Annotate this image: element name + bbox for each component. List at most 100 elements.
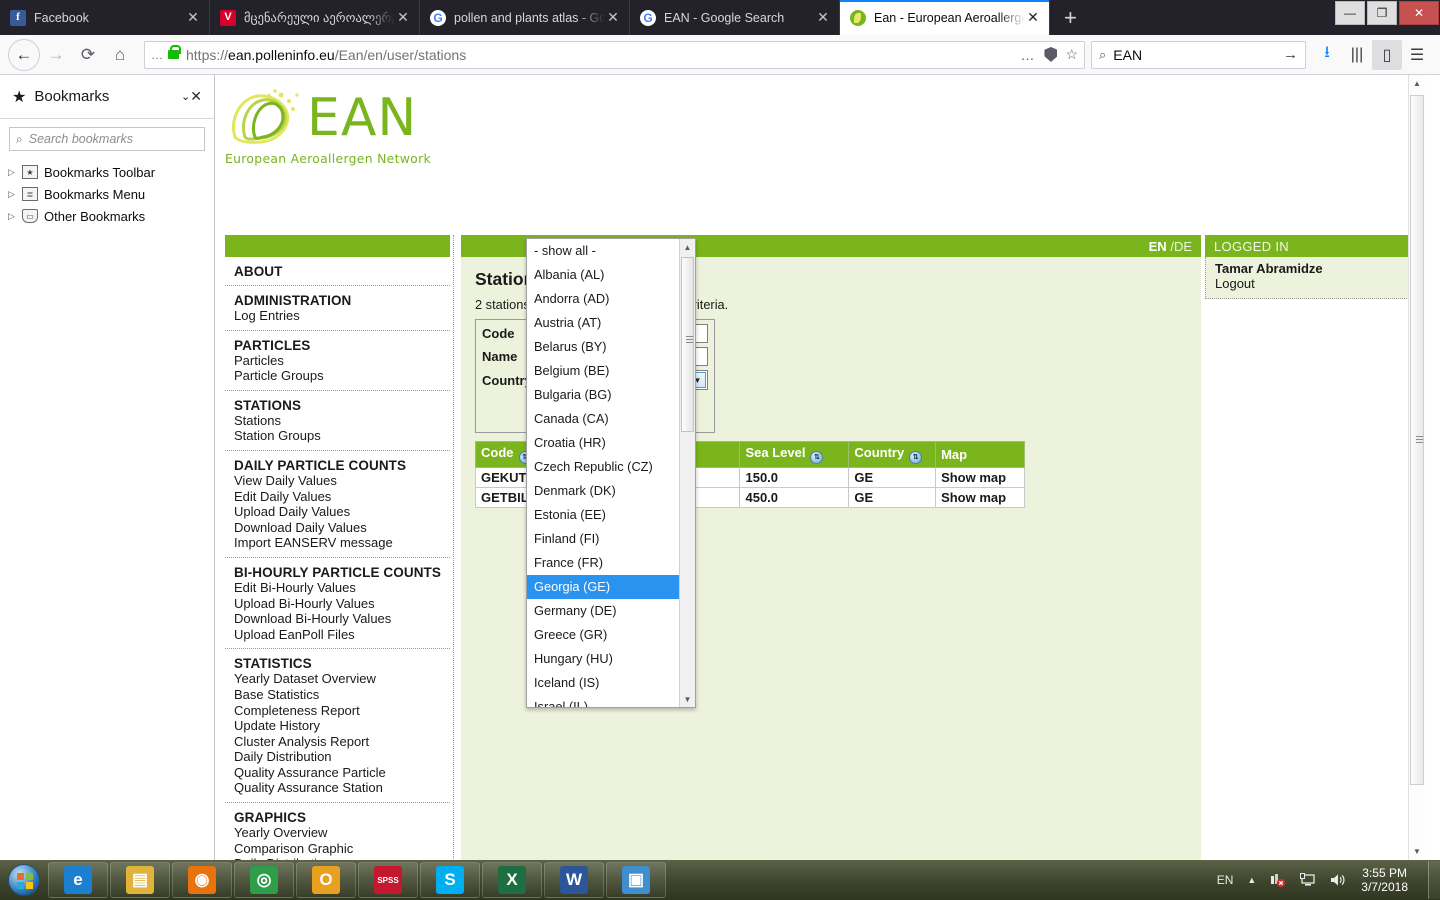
nav-link-station-groups[interactable]: Station Groups <box>234 428 450 444</box>
taskbar-spss[interactable]: SPSS <box>358 862 418 898</box>
taskbar-photo-viewer[interactable]: ▣ <box>606 862 666 898</box>
country-dropdown-list[interactable]: - show all - Albania (AL) Andorra (AD) Aust… <box>526 238 696 708</box>
dropdown-option[interactable]: Czech Republic (CZ) <box>527 455 679 479</box>
language-active[interactable]: EN <box>1149 239 1167 254</box>
twisty-icon[interactable]: ▷ <box>8 189 22 200</box>
windows-start-icon[interactable] <box>0 861 48 899</box>
taskbar-internet-explorer[interactable]: e <box>48 862 108 898</box>
cell-map[interactable]: Show map <box>935 467 1025 488</box>
chevron-down-icon[interactable]: ⌄ <box>181 90 190 103</box>
dropdown-option[interactable]: France (FR) <box>527 551 679 575</box>
nav-link-log-entries[interactable]: Log Entries <box>234 308 450 324</box>
page-scroll-thumb[interactable] <box>1410 95 1424 785</box>
network-error-icon[interactable] <box>1270 873 1286 888</box>
forward-button[interactable]: → <box>40 39 72 71</box>
sidebars-icon[interactable]: ▯ <box>1372 39 1402 70</box>
nav-link-download-bi-hourly-values[interactable]: Download Bi-Hourly Values <box>234 611 450 627</box>
bookmarks-search-input[interactable]: ⌕ Search bookmarks <box>9 127 205 151</box>
dropdown-option[interactable]: Iceland (IS) <box>527 671 679 695</box>
back-button[interactable]: ← <box>8 38 40 71</box>
tab-close-icon[interactable]: ✕ <box>185 9 201 26</box>
nav-link-edit-daily-values[interactable]: Edit Daily Values <box>234 489 450 505</box>
nav-link-quality-assurance-station[interactable]: Quality Assurance Station <box>234 780 450 796</box>
tab-facebook[interactable]: f Facebook ✕ <box>0 0 210 35</box>
page-scrollbar[interactable]: ▲ ▼ <box>1408 75 1425 860</box>
volume-icon[interactable] <box>1330 873 1346 887</box>
nav-link-cluster-analysis-report[interactable]: Cluster Analysis Report <box>234 734 450 750</box>
nav-link-download-daily-values[interactable]: Download Daily Values <box>234 520 450 536</box>
nav-link-yearly-dataset-overview[interactable]: Yearly Dataset Overview <box>234 671 450 687</box>
tab-georgian-aeroallergens[interactable]: V მცენარეული აეროალერგენებ ✕ <box>210 0 420 35</box>
nav-link-import-eanserv-message[interactable]: Import EANSERV message <box>234 535 450 551</box>
taskbar-chrome[interactable]: ◎ <box>234 862 294 898</box>
pocket-icon[interactable] <box>1044 47 1058 62</box>
page-scroll-up-icon[interactable]: ▲ <box>1409 75 1425 92</box>
page-scroll-down-icon[interactable]: ▼ <box>1409 843 1425 860</box>
home-button[interactable]: ⌂ <box>104 39 136 71</box>
taskbar-file-explorer[interactable]: ▤ <box>110 862 170 898</box>
cell-map[interactable]: Show map <box>935 487 1025 508</box>
taskbar-firefox[interactable]: ◉ <box>172 862 232 898</box>
dropdown-option[interactable]: Andorra (AD) <box>527 287 679 311</box>
dropdown-option[interactable]: Finland (FI) <box>527 527 679 551</box>
language-switcher[interactable]: EN /DE <box>1149 239 1192 254</box>
page-actions-icon[interactable]: … <box>1020 47 1034 63</box>
nav-link-update-history[interactable]: Update History <box>234 718 450 734</box>
nav-link-particles[interactable]: Particles <box>234 353 450 369</box>
tab-close-icon[interactable]: ✕ <box>1025 9 1041 26</box>
nav-link-yearly-overview[interactable]: Yearly Overview <box>234 825 450 841</box>
dropdown-option[interactable]: - show all - <box>527 239 679 263</box>
dropdown-option[interactable]: Canada (CA) <box>527 407 679 431</box>
nav-link-completeness-report[interactable]: Completeness Report <box>234 703 450 719</box>
tab-close-icon[interactable]: ✕ <box>815 9 831 26</box>
taskbar-clock[interactable]: 3:55 PM 3/7/2018 <box>1361 866 1422 894</box>
nav-link-particle-groups[interactable]: Particle Groups <box>234 368 450 384</box>
new-tab-button[interactable]: + <box>1050 0 1091 35</box>
column-header-country[interactable]: Country ⇅ <box>848 441 937 468</box>
restore-button[interactable]: ❐ <box>1367 1 1397 25</box>
page-info-icon[interactable]: … <box>151 48 163 62</box>
dropdown-option[interactable]: Austria (AT) <box>527 311 679 335</box>
twisty-icon[interactable]: ▷ <box>8 167 22 178</box>
tab-pollen-plants-atlas[interactable]: G pollen and plants atlas - Google ✕ <box>420 0 630 35</box>
dropdown-option[interactable]: Germany (DE) <box>527 599 679 623</box>
dropdown-option[interactable]: Hungary (HU) <box>527 647 679 671</box>
nav-link-daily-distribution[interactable]: Daily Distribution <box>234 749 450 765</box>
minimize-button[interactable]: — <box>1335 1 1365 25</box>
monitor-icon[interactable] <box>1300 873 1316 887</box>
sort-icon[interactable]: ⇅ <box>810 451 824 464</box>
nav-link-view-daily-values[interactable]: View Daily Values <box>234 473 450 489</box>
nav-link-base-statistics[interactable]: Base Statistics <box>234 687 450 703</box>
taskbar-excel[interactable]: X <box>482 862 542 898</box>
nav-link-stations[interactable]: Stations <box>234 413 450 429</box>
library-icon[interactable]: ||| <box>1342 40 1372 70</box>
other-bookmarks-item[interactable]: ▷ ▭ Other Bookmarks <box>0 205 214 227</box>
tab-ean-european-aeroallergen[interactable]: Ean - European Aeroallergen N ✕ <box>840 0 1050 35</box>
dropdown-option[interactable]: Estonia (EE) <box>527 503 679 527</box>
dropdown-option[interactable]: Croatia (HR) <box>527 431 679 455</box>
nav-link-upload-bi-hourly-values[interactable]: Upload Bi-Hourly Values <box>234 596 450 612</box>
taskbar-word[interactable]: W <box>544 862 604 898</box>
column-header-sea-level[interactable]: Sea Level ⇅ <box>739 441 850 468</box>
nav-link-edit-bi-hourly-values[interactable]: Edit Bi-Hourly Values <box>234 580 450 596</box>
tab-close-icon[interactable]: ✕ <box>395 9 411 26</box>
nav-link-upload-eanpoll-files[interactable]: Upload EanPoll Files <box>234 627 450 643</box>
dropdown-option[interactable]: Israel (IL) <box>527 695 679 707</box>
address-bar[interactable]: … https://ean.polleninfo.eu/Ean/en/user/… <box>144 40 1085 69</box>
show-hidden-icons[interactable]: ▲ <box>1247 875 1256 885</box>
taskbar-skype[interactable]: S <box>420 862 480 898</box>
logout-link[interactable]: Logout <box>1215 276 1408 291</box>
nav-link-comparison-graphic[interactable]: Comparison Graphic <box>234 841 450 857</box>
search-bar[interactable]: ⌕ EAN → <box>1091 40 1306 69</box>
tab-close-icon[interactable]: ✕ <box>605 9 621 26</box>
nav-link-quality-assurance-particle[interactable]: Quality Assurance Particle <box>234 765 450 781</box>
menu-icon[interactable]: ☰ <box>1402 40 1432 70</box>
language-other[interactable]: DE <box>1174 239 1192 254</box>
dropdown-option[interactable]: Bulgaria (BG) <box>527 383 679 407</box>
dropdown-option[interactable]: Belarus (BY) <box>527 335 679 359</box>
sort-icon[interactable]: ⇅ <box>909 451 923 464</box>
bookmark-star-icon[interactable]: ☆ <box>1065 46 1078 63</box>
window-close-button[interactable]: ✕ <box>1399 1 1439 25</box>
nav-link-upload-daily-values[interactable]: Upload Daily Values <box>234 504 450 520</box>
dropdown-scroll-thumb[interactable] <box>681 257 694 432</box>
